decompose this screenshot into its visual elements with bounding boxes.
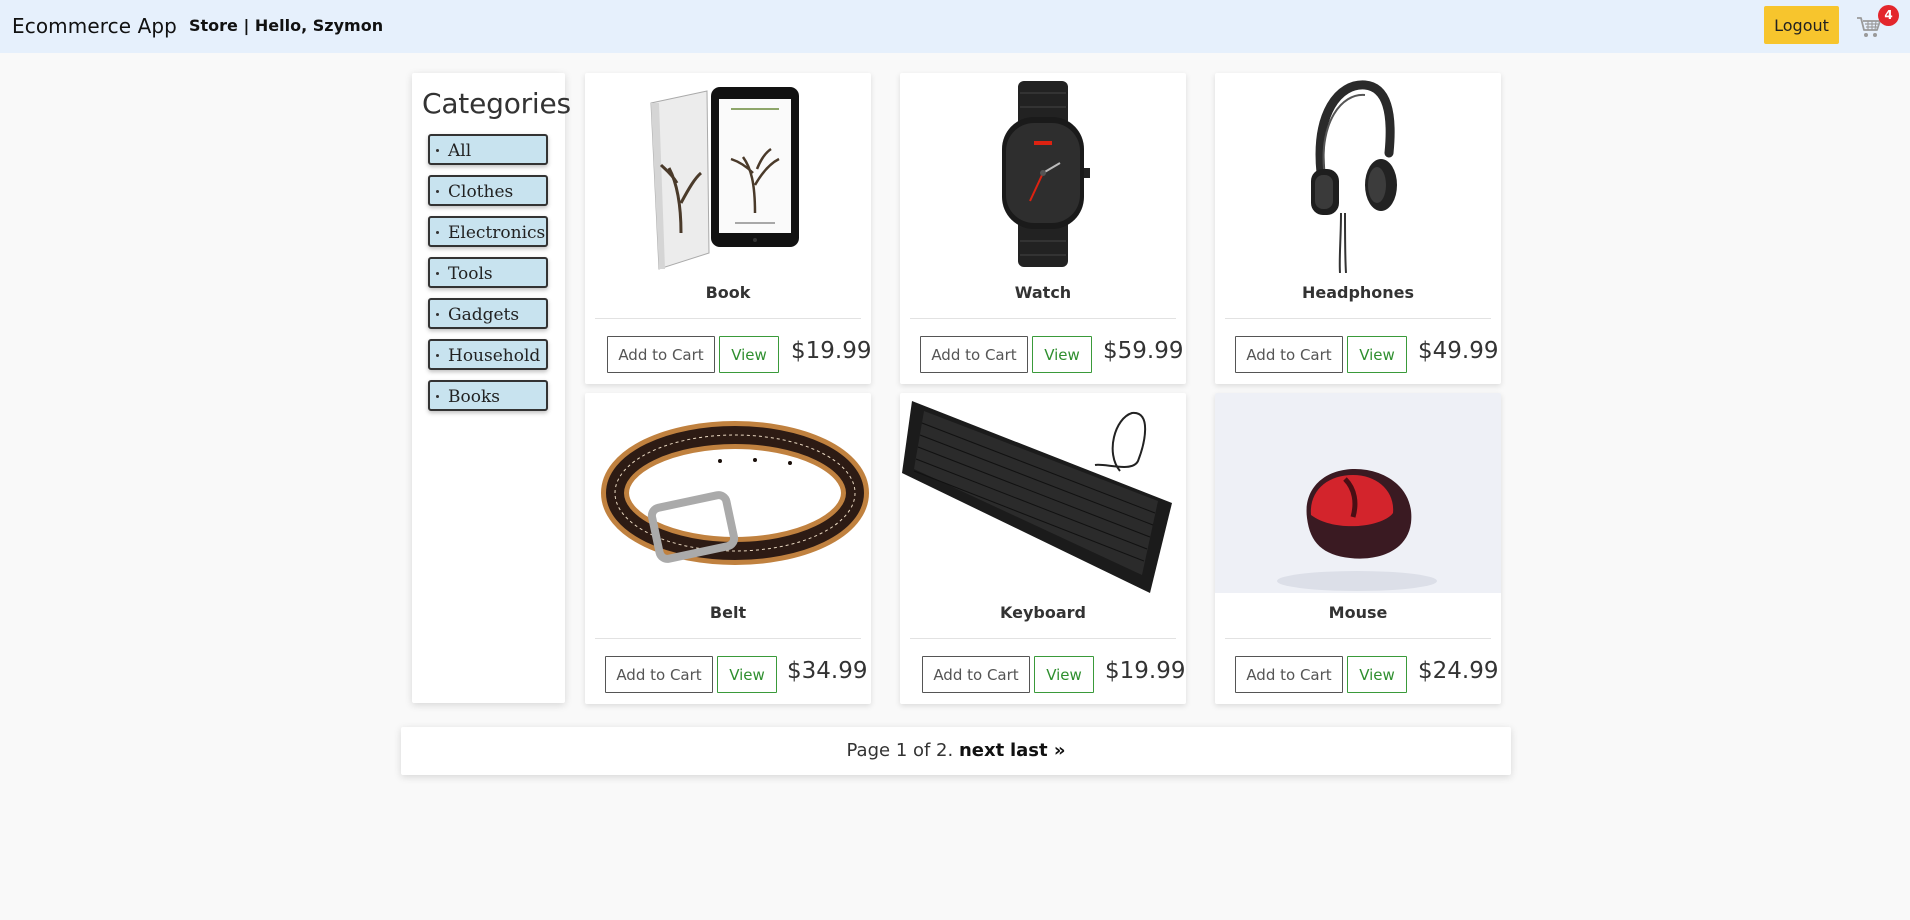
- bullet-icon: [436, 395, 439, 398]
- category-clothes-button[interactable]: Clothes: [428, 175, 548, 206]
- product-name: Watch: [1014, 283, 1072, 302]
- product-name: Headphones: [1301, 283, 1415, 302]
- top-navbar: Ecommerce App Store | Hello, Szymon Logo…: [0, 0, 1910, 53]
- view-button[interactable]: View: [1032, 336, 1092, 373]
- divider: [595, 318, 861, 319]
- book-image: [650, 87, 799, 270]
- add-to-cart-button[interactable]: Add to Cart: [605, 656, 713, 693]
- pagination-bar: Page 1 of 2. next last »: [401, 727, 1511, 775]
- category-label: Electronics: [448, 223, 546, 243]
- product-card-headphones: Headphones Add to Cart View $49.99: [1215, 73, 1501, 384]
- category-label: Household: [448, 346, 541, 366]
- category-label: Tools: [448, 264, 493, 284]
- product-price: $34.99: [787, 658, 868, 684]
- last-page-link[interactable]: last »: [1010, 740, 1066, 761]
- sidebar-title: Categories: [422, 87, 571, 120]
- product-card-book: Book Add to Cart View $19.99: [585, 73, 871, 384]
- divider: [910, 318, 1176, 319]
- watch-image: [1002, 81, 1090, 267]
- product-price: $49.99: [1418, 338, 1499, 364]
- product-price: $19.99: [1105, 658, 1186, 684]
- bullet-icon: [436, 149, 439, 152]
- view-button[interactable]: View: [1347, 336, 1407, 373]
- brand-logo[interactable]: Ecommerce App: [12, 14, 177, 38]
- page-indicator: Page 1 of 2.: [846, 740, 954, 761]
- add-to-cart-button[interactable]: Add to Cart: [920, 336, 1028, 373]
- product-price: $59.99: [1103, 338, 1184, 364]
- category-label: Gadgets: [448, 305, 520, 325]
- category-gadgets-button[interactable]: Gadgets: [428, 298, 548, 329]
- category-label: All: [448, 141, 472, 161]
- product-price: $19.99: [791, 338, 871, 364]
- add-to-cart-button[interactable]: Add to Cart: [922, 656, 1030, 693]
- nav-links: Store | Hello, Szymon: [189, 16, 383, 35]
- nav-separator: |: [243, 16, 250, 35]
- product-card-watch: Watch Add to Cart View $59.99: [900, 73, 1186, 384]
- category-electronics-button[interactable]: Electronics: [428, 216, 548, 247]
- mouse-image: [1215, 393, 1501, 593]
- user-greeting: Hello, Szymon: [254, 16, 384, 35]
- belt-image: [601, 421, 869, 565]
- bullet-icon: [436, 272, 439, 275]
- product-card-mouse: Mouse Add to Cart View $24.99: [1215, 393, 1501, 704]
- view-button[interactable]: View: [717, 656, 777, 693]
- category-books-button[interactable]: Books: [428, 380, 548, 411]
- add-to-cart-button[interactable]: Add to Cart: [1235, 656, 1343, 693]
- product-name: Belt: [709, 603, 747, 622]
- categories-sidebar: Categories All Clothes Electronics Tools…: [412, 73, 571, 703]
- bullet-icon: [436, 354, 439, 357]
- view-button[interactable]: View: [719, 336, 779, 373]
- keyboard-image: [902, 401, 1172, 593]
- bullet-icon: [436, 231, 439, 234]
- logout-button[interactable]: Logout: [1764, 6, 1839, 44]
- product-price: $24.99: [1418, 658, 1499, 684]
- add-to-cart-button[interactable]: Add to Cart: [1235, 336, 1343, 373]
- product-card-keyboard: Keyboard Add to Cart View $19.99: [900, 393, 1186, 704]
- divider: [1225, 318, 1491, 319]
- store-link[interactable]: Store: [189, 16, 238, 35]
- headphones-image: [1311, 80, 1397, 273]
- product-name: Mouse: [1328, 603, 1388, 622]
- divider: [910, 638, 1176, 639]
- add-to-cart-button[interactable]: Add to Cart: [607, 336, 715, 373]
- category-all-button[interactable]: All: [428, 134, 548, 165]
- bullet-icon: [436, 190, 439, 193]
- view-button[interactable]: View: [1347, 656, 1407, 693]
- category-label: Clothes: [448, 182, 514, 202]
- product-name: Book: [705, 283, 751, 302]
- cart-count-badge: 4: [1878, 5, 1899, 26]
- bullet-icon: [436, 313, 439, 316]
- next-page-link[interactable]: next: [959, 740, 1004, 761]
- category-label: Books: [448, 387, 500, 407]
- divider: [1225, 638, 1491, 639]
- divider: [595, 638, 861, 639]
- category-household-button[interactable]: Household: [428, 339, 548, 370]
- category-tools-button[interactable]: Tools: [428, 257, 548, 288]
- view-button[interactable]: View: [1034, 656, 1094, 693]
- product-name: Keyboard: [1000, 603, 1086, 622]
- product-card-belt: Belt Add to Cart View $34.99: [585, 393, 871, 704]
